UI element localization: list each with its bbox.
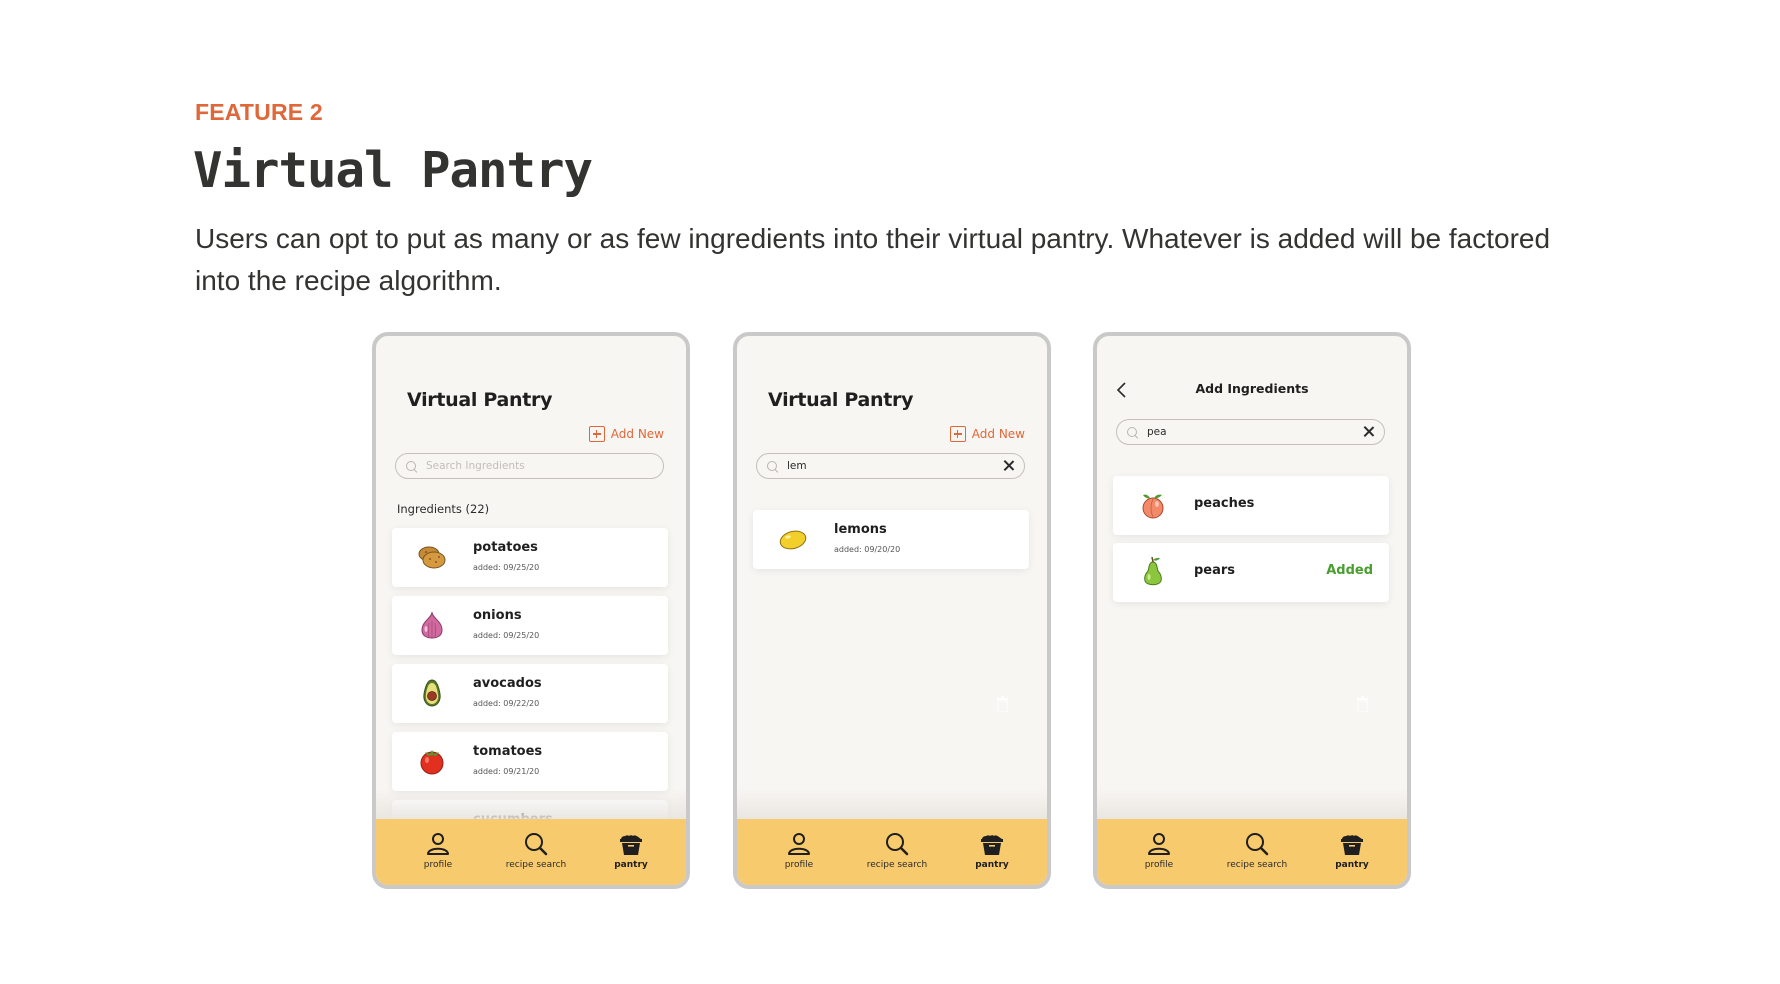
- search-icon: [1246, 833, 1269, 856]
- screen-title: Virtual Pantry: [768, 389, 914, 411]
- ingredient-card[interactable]: onions added: 09/25/20: [392, 596, 668, 655]
- screen-title: Add Ingredients: [1195, 381, 1309, 396]
- added-status: Added: [1326, 563, 1373, 578]
- ingredient-date: added: 09/20/20: [834, 545, 901, 554]
- avocado-icon: [423, 679, 441, 707]
- add-new-label: Add New: [971, 427, 1025, 441]
- ingredient-name: tomatoes: [473, 744, 543, 759]
- lemon-icon: [779, 530, 807, 550]
- nav-profile[interactable]: profile: [779, 819, 819, 885]
- nav-profile[interactable]: profile: [1139, 819, 1179, 885]
- search-field[interactable]: [395, 453, 664, 479]
- ingredient-date: added: 09/25/20: [473, 563, 540, 572]
- search-input[interactable]: [426, 460, 626, 472]
- page-title: Virtual Pantry: [193, 142, 593, 199]
- search-icon: [525, 833, 548, 856]
- nav-pantry[interactable]: pantry: [608, 819, 654, 885]
- nav-label: pantry: [614, 860, 648, 870]
- nav-label: recipe search: [1226, 860, 1288, 870]
- phone-screen-add-ingredients: Add Ingredients peaches pears Added: [1093, 332, 1411, 889]
- ingredient-name: lemons: [834, 522, 887, 537]
- nav-recipe-search[interactable]: recipe search: [1212, 819, 1302, 885]
- scroll-fade: [737, 789, 1047, 819]
- bottom-navbar: profile recipe search pantry: [376, 819, 686, 885]
- feature-eyebrow: FEATURE 2: [195, 99, 323, 125]
- ingredient-name: pears: [1194, 563, 1236, 578]
- search-input[interactable]: [787, 460, 987, 472]
- profile-icon: [1148, 833, 1170, 855]
- add-new-button[interactable]: Add New: [588, 426, 664, 442]
- bottom-navbar: profile recipe search pantry: [1097, 819, 1407, 885]
- search-icon: [406, 460, 417, 472]
- search-icon: [767, 460, 778, 472]
- ingredient-name: onions: [473, 608, 522, 623]
- pantry-basket-icon: [1341, 835, 1363, 855]
- nav-label: pantry: [1335, 860, 1369, 870]
- ingredients-count-label: Ingredients (22): [397, 502, 490, 516]
- plus-square-icon: [949, 426, 966, 442]
- nav-label: recipe search: [505, 860, 567, 870]
- screen-title: Virtual Pantry: [407, 389, 553, 411]
- nav-pantry[interactable]: pantry: [1329, 819, 1375, 885]
- trash-icon[interactable]: [996, 696, 1009, 712]
- phone-screen-pantry-search: Virtual Pantry Add New lemons added: 09/…: [733, 332, 1051, 889]
- ingredient-date: added: 09/22/20: [473, 699, 540, 708]
- search-icon: [886, 833, 909, 856]
- clear-search-icon[interactable]: [1003, 460, 1014, 471]
- search-field[interactable]: [756, 453, 1025, 479]
- peach-icon: [1142, 494, 1164, 519]
- ingredient-name: peaches: [1194, 496, 1255, 511]
- clear-search-icon[interactable]: [1363, 426, 1374, 437]
- search-icon: [1127, 426, 1138, 438]
- profile-icon: [788, 833, 810, 855]
- nav-recipe-search[interactable]: recipe search: [852, 819, 942, 885]
- ingredient-name: avocados: [473, 676, 542, 691]
- search-field[interactable]: [1116, 419, 1385, 445]
- phone-screen-pantry-list: Virtual Pantry Add New Ingredients (22) …: [372, 332, 690, 889]
- ingredient-result-card[interactable]: pears Added: [1113, 543, 1389, 602]
- scroll-fade: [1097, 789, 1407, 819]
- ingredient-date: added: 09/21/20: [473, 767, 540, 776]
- ingredient-date: added: 09/25/20: [473, 631, 540, 640]
- ingredient-card[interactable]: avocados added: 09/22/20: [392, 664, 668, 723]
- feature-description: Users can opt to put as many or as few i…: [195, 223, 1551, 296]
- nav-label: pantry: [975, 860, 1009, 870]
- pear-icon: [1144, 556, 1162, 586]
- nav-label: recipe search: [866, 860, 928, 870]
- nav-label: profile: [784, 860, 814, 870]
- pantry-basket-icon: [981, 835, 1003, 855]
- pantry-basket-icon: [620, 835, 642, 855]
- potato-icon: [418, 546, 446, 569]
- ingredient-card[interactable]: potatoes added: 09/25/20: [392, 528, 668, 587]
- tomato-icon: [420, 750, 444, 775]
- ingredient-card[interactable]: tomatoes added: 09/21/20: [392, 732, 668, 791]
- nav-label: profile: [1144, 860, 1174, 870]
- nav-recipe-search[interactable]: recipe search: [491, 819, 581, 885]
- add-new-label: Add New: [610, 427, 664, 441]
- onion-icon: [421, 611, 443, 639]
- profile-icon: [427, 833, 449, 855]
- plus-square-icon: [588, 426, 605, 442]
- trash-icon[interactable]: [1356, 696, 1369, 712]
- ingredient-card[interactable]: lemons added: 09/20/20: [753, 510, 1029, 569]
- nav-label: profile: [423, 860, 453, 870]
- bottom-navbar: profile recipe search pantry: [737, 819, 1047, 885]
- search-input[interactable]: [1147, 426, 1347, 438]
- add-new-button[interactable]: Add New: [949, 426, 1025, 442]
- nav-pantry[interactable]: pantry: [969, 819, 1015, 885]
- ingredient-result-card[interactable]: peaches: [1113, 476, 1389, 535]
- ingredient-name: potatoes: [473, 540, 538, 555]
- nav-profile[interactable]: profile: [418, 819, 458, 885]
